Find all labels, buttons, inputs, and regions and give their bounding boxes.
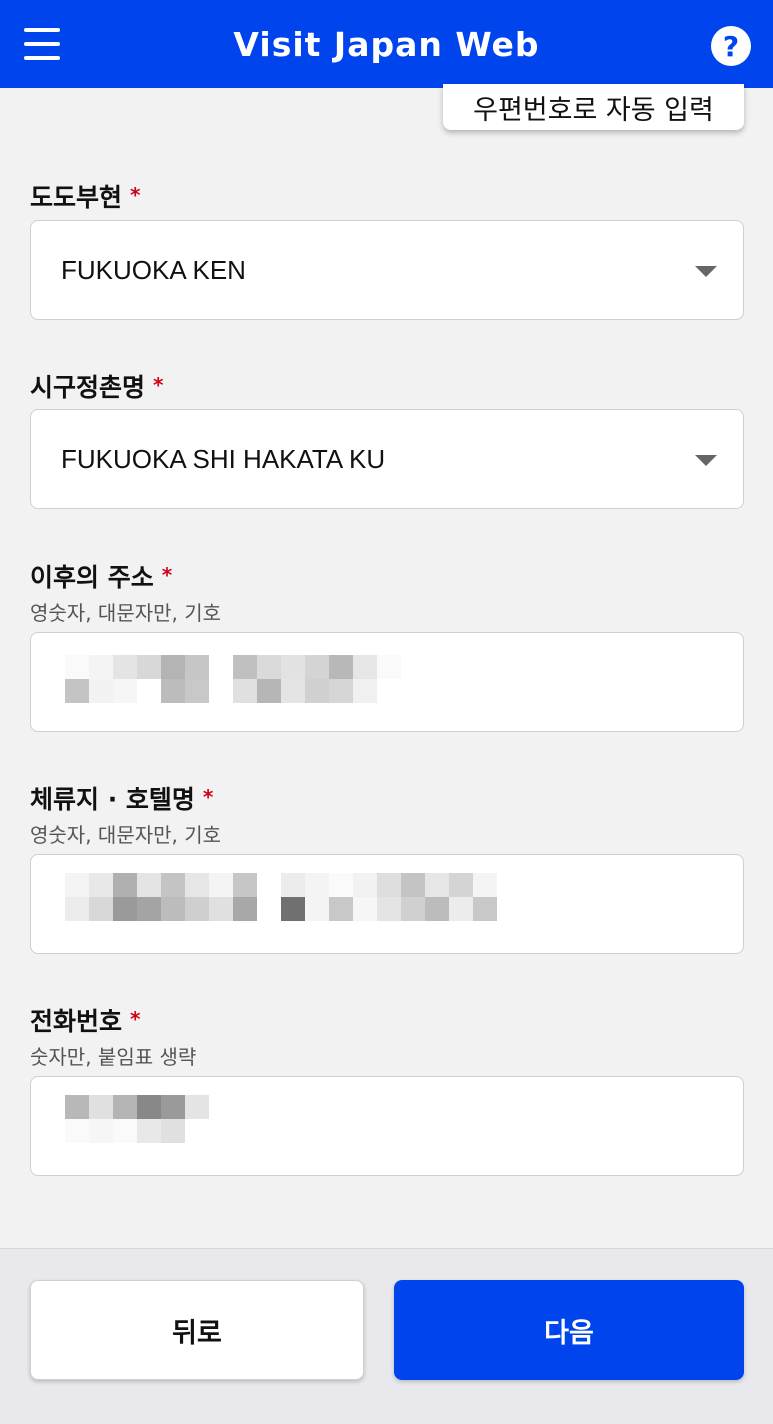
- city-label: 시구정촌명 *: [30, 373, 164, 402]
- prefecture-value: FUKUOKA KEN: [61, 255, 246, 285]
- hotel-name-input[interactable]: [30, 854, 744, 954]
- address-hint: 영숫자, 대문자만, 기호: [30, 601, 222, 625]
- prefecture-select[interactable]: FUKUOKA KEN: [30, 220, 744, 320]
- dropdown-caret-icon: [695, 266, 717, 277]
- top-bar: Visit Japan Web ?: [0, 0, 773, 88]
- required-mark: *: [202, 785, 214, 809]
- redacted-text: [41, 1095, 209, 1143]
- required-mark: *: [130, 1007, 141, 1031]
- city-value: FUKUOKA SHI HAKATA KU: [61, 444, 386, 474]
- phone-label: 전화번호 *: [30, 1007, 141, 1036]
- redacted-text: [41, 873, 497, 921]
- hamburger-menu-icon[interactable]: [22, 26, 62, 62]
- hotel-hint: 영숫자, 대문자만, 기호: [30, 823, 222, 847]
- required-mark: *: [130, 183, 141, 207]
- required-mark: *: [161, 563, 173, 587]
- phone-hint: 숫자만, 붙임표 생략: [30, 1045, 197, 1069]
- city-select[interactable]: FUKUOKA SHI HAKATA KU: [30, 409, 744, 509]
- required-mark: *: [153, 373, 164, 397]
- prefecture-label: 도도부현 *: [30, 183, 141, 212]
- back-button[interactable]: 뒤로: [30, 1280, 364, 1380]
- app-title: Visit Japan Web: [233, 24, 540, 64]
- dropdown-caret-icon: [695, 455, 717, 466]
- help-icon[interactable]: ?: [711, 26, 751, 66]
- address-input[interactable]: [30, 632, 744, 732]
- address-label: 이후의 주소 *: [30, 563, 173, 592]
- hotel-label: 체류지 · 호텔명 *: [30, 785, 214, 814]
- postal-autofill-button[interactable]: 우편번호로 자동 입력: [443, 84, 744, 130]
- redacted-text: [65, 655, 425, 703]
- next-button[interactable]: 다음: [394, 1280, 744, 1380]
- phone-input[interactable]: [30, 1076, 744, 1176]
